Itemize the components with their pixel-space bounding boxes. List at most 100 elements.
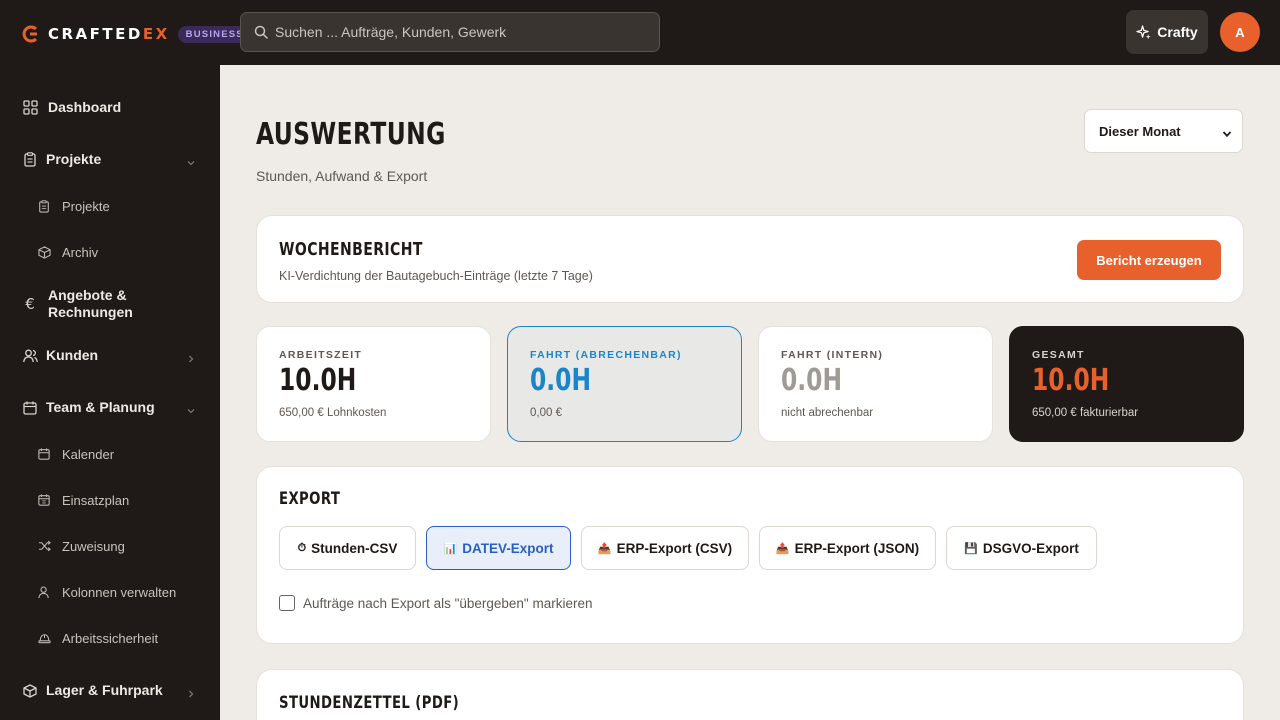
chevron-down-icon[interactable] bbox=[186, 155, 196, 166]
stat-card-gesamt: GESAMT 10.0H 650,00 € fakturierbar bbox=[1009, 326, 1244, 442]
sidebar-item-label: Archiv bbox=[62, 244, 99, 260]
grid-icon bbox=[22, 100, 38, 116]
main-content: AUSWERTUNG Stunden, Aufwand & Export Die… bbox=[220, 65, 1280, 720]
user-avatar[interactable]: A bbox=[1220, 12, 1260, 52]
timesheet-title: STUNDENZETTEL (PDF) bbox=[279, 693, 460, 713]
sidebar-item-kunden[interactable]: Kunden bbox=[0, 347, 220, 364]
sidebar-item-kalender[interactable]: Kalender bbox=[0, 446, 220, 462]
clipboard-icon bbox=[37, 199, 51, 213]
logo-icon bbox=[22, 25, 40, 43]
stat-label: ARBEITSZEIT bbox=[279, 349, 363, 361]
package-icon bbox=[22, 683, 38, 699]
euro-icon: € bbox=[25, 295, 35, 313]
helmet-icon bbox=[37, 631, 51, 645]
sidebar-item-label: Team & Planung bbox=[46, 399, 155, 415]
stat-card-fahrt-intern: FAHRT (INTERN) 0.0H nicht abrechenbar bbox=[758, 326, 993, 442]
crafty-assistant-button[interactable]: Crafty bbox=[1126, 10, 1208, 54]
search-icon bbox=[254, 25, 268, 39]
chevron-down-icon[interactable] bbox=[186, 403, 196, 414]
sidebar-item-label: Kolonnen verwalten bbox=[62, 584, 177, 600]
mark-handed-over-checkbox[interactable] bbox=[279, 595, 295, 611]
calendar-icon bbox=[37, 447, 51, 461]
chevron-right-icon[interactable] bbox=[186, 686, 196, 698]
chevron-down-icon bbox=[1222, 127, 1232, 142]
export-button-label: Stunden-CSV bbox=[311, 540, 398, 556]
timesheet-pdf-card: STUNDENZETTEL (PDF) bbox=[256, 669, 1244, 720]
clipboard-icon bbox=[22, 152, 38, 168]
stat-label: FAHRT (ABRECHENBAR) bbox=[530, 349, 682, 361]
stat-subtext: 650,00 € Lohnkosten bbox=[279, 407, 387, 419]
stat-card-arbeitszeit: ARBEITSZEIT 10.0H 650,00 € Lohnkosten bbox=[256, 326, 491, 442]
period-select-value: Dieser Monat bbox=[1099, 123, 1181, 139]
stat-value: 10.0H bbox=[1032, 363, 1110, 398]
sidebar-item-label: Projekte bbox=[46, 151, 102, 167]
top-bar: CRAFTEDEX BUSINESS Crafty A bbox=[0, 0, 1280, 65]
search-input[interactable] bbox=[275, 24, 635, 40]
users-icon bbox=[22, 348, 38, 364]
sidebar-item-label: Kalender bbox=[62, 446, 115, 462]
export-erp-csv-button[interactable]: 📤 ERP-Export (CSV) bbox=[581, 526, 749, 570]
sidebar-item-angebote-rechnungen[interactable]: € Angebote & Rechnungen bbox=[0, 287, 220, 321]
page-subtitle: Stunden, Aufwand & Export bbox=[256, 168, 428, 184]
stat-subtext: 0,00 € bbox=[530, 407, 562, 419]
export-button-label: ERP-Export (CSV) bbox=[616, 540, 733, 556]
calendar-grid-icon bbox=[37, 493, 51, 507]
stat-value: 10.0H bbox=[279, 363, 357, 398]
crafty-label: Crafty bbox=[1157, 24, 1198, 40]
export-button-label: DSGVO-Export bbox=[982, 540, 1079, 556]
sidebar-item-einsatzplan[interactable]: Einsatzplan bbox=[0, 492, 220, 508]
mark-handed-over-label: Aufträge nach Export als "übergeben" mar… bbox=[303, 595, 593, 611]
export-title: EXPORT bbox=[279, 489, 341, 509]
export-dsgvo-button[interactable]: 💾 DSGVO-Export bbox=[946, 526, 1097, 570]
sidebar-item-label: Einsatzplan bbox=[62, 492, 130, 508]
period-select[interactable]: Dieser Monat bbox=[1084, 109, 1243, 153]
floppy-disk-icon: 💾 bbox=[964, 542, 978, 555]
export-button-label: DATEV-Export bbox=[462, 540, 554, 556]
search-box[interactable] bbox=[240, 12, 660, 52]
sparkle-icon bbox=[1136, 24, 1151, 39]
sidebar-item-team-planung[interactable]: Team & Planung bbox=[0, 399, 220, 416]
sidebar-item-dashboard[interactable]: Dashboard bbox=[0, 99, 220, 116]
sidebar-item-label: Dashboard bbox=[48, 99, 122, 115]
sidebar-item-label: Kunden bbox=[46, 347, 99, 363]
stat-subtext: nicht abrechenbar bbox=[781, 407, 874, 419]
stat-subtext: 650,00 € fakturierbar bbox=[1032, 407, 1139, 419]
mark-handed-over-option[interactable]: Aufträge nach Export als "übergeben" mar… bbox=[279, 595, 593, 611]
outbox-icon: 📤 bbox=[597, 542, 612, 555]
sidebar-item-label: Projekte bbox=[62, 198, 110, 214]
weekly-report-title: WOCHENBERICHT bbox=[279, 239, 423, 260]
sidebar-item-label: Lager & Fuhrpark bbox=[46, 682, 163, 698]
chevron-right-icon[interactable] bbox=[186, 351, 196, 363]
stopwatch-icon: ⏱ bbox=[297, 541, 307, 554]
export-datev-button[interactable]: 📊 DATEV-Export bbox=[426, 526, 571, 570]
generate-report-button[interactable]: Bericht erzeugen bbox=[1077, 240, 1221, 280]
brand-logo[interactable]: CRAFTEDEX BUSINESS bbox=[22, 25, 252, 43]
stat-card-fahrt-abrechenbar[interactable]: FAHRT (ABRECHENBAR) 0.0H 0,00 € bbox=[507, 326, 742, 442]
outbox-icon: 📤 bbox=[775, 542, 790, 555]
sidebar-item-arbeitssicherheit[interactable]: Arbeitssicherheit bbox=[0, 630, 220, 646]
chart-icon: 📊 bbox=[443, 542, 458, 555]
weekly-report-description: KI-Verdichtung der Bautagebuch-Einträge … bbox=[279, 269, 593, 283]
page-title: AUSWERTUNG bbox=[256, 117, 446, 152]
sidebar-item-label: Arbeitssicherheit bbox=[62, 630, 159, 646]
sidebar-item-label: Angebote & Rechnungen bbox=[48, 287, 133, 320]
sidebar-item-projekte-group[interactable]: Projekte bbox=[0, 151, 220, 168]
sidebar-item-kolonnen-verwalten[interactable]: Kolonnen verwalten bbox=[0, 584, 220, 600]
sidebar: Dashboard Projekte Projekte Archiv € Ang… bbox=[0, 65, 220, 720]
export-erp-json-button[interactable]: 📤 ERP-Export (JSON) bbox=[759, 526, 936, 570]
export-stunden-csv-button[interactable]: ⏱ Stunden-CSV bbox=[279, 526, 416, 570]
user-icon bbox=[37, 585, 51, 599]
weekly-report-card: WOCHENBERICHT KI-Verdichtung der Bautage… bbox=[256, 215, 1244, 303]
stat-label: FAHRT (INTERN) bbox=[781, 349, 884, 361]
stat-value: 0.0H bbox=[781, 363, 843, 398]
sidebar-item-zuweisung[interactable]: Zuweisung bbox=[0, 538, 220, 554]
export-card: EXPORT ⏱ Stunden-CSV 📊 DATEV-Export 📤 ER… bbox=[256, 466, 1244, 644]
brand-name: CRAFTEDEX bbox=[48, 25, 170, 43]
shuffle-icon bbox=[37, 539, 51, 553]
calendar-icon bbox=[22, 400, 38, 416]
sidebar-item-archiv[interactable]: Archiv bbox=[0, 244, 220, 260]
box-icon bbox=[37, 245, 51, 259]
sidebar-item-projekte[interactable]: Projekte bbox=[0, 198, 220, 214]
stat-label: GESAMT bbox=[1032, 349, 1085, 361]
sidebar-item-lager-fuhrpark[interactable]: Lager & Fuhrpark bbox=[0, 682, 220, 699]
